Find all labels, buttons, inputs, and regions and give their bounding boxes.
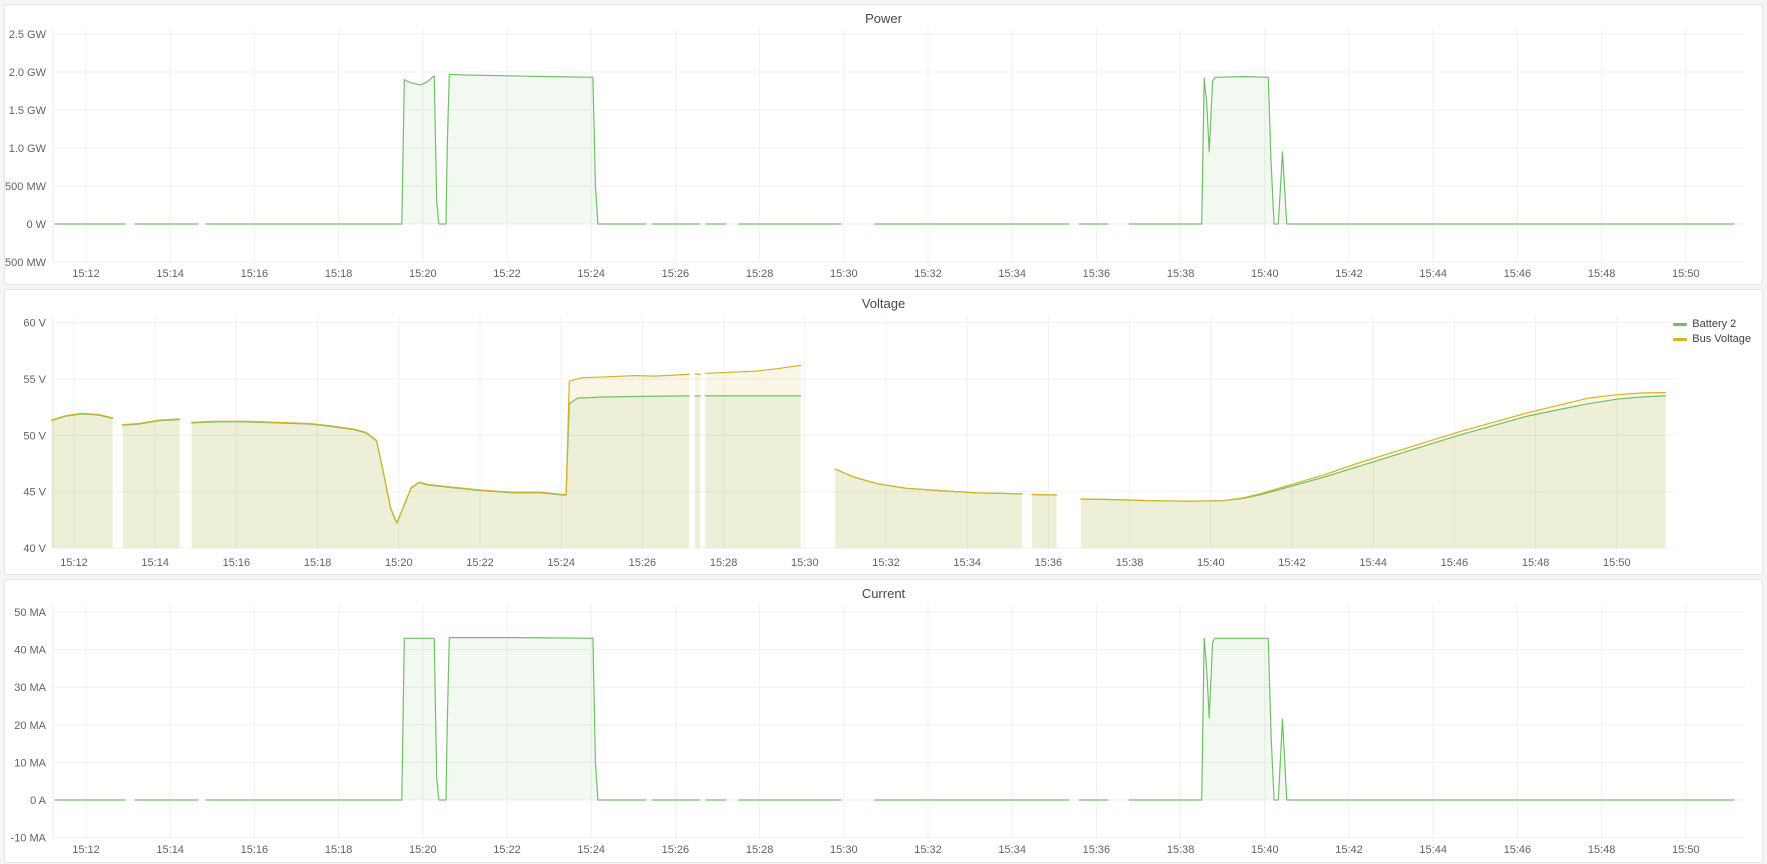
svg-text:0 W: 0 W (26, 219, 46, 231)
svg-text:15:40: 15:40 (1251, 844, 1279, 856)
svg-text:15:46: 15:46 (1504, 844, 1532, 856)
svg-text:15:40: 15:40 (1251, 268, 1279, 280)
svg-text:55 V: 55 V (23, 374, 46, 386)
svg-text:15:40: 15:40 (1197, 557, 1225, 569)
current-panel: 15:12 15:14 15:16 15:18 15:20 15:22 15:24 15:26… (4, 579, 1763, 863)
svg-text:2.0 GW: 2.0 GW (9, 67, 47, 79)
svg-text:15:38: 15:38 (1167, 844, 1195, 856)
svg-text:15:32: 15:32 (914, 844, 942, 856)
legend-swatch-bus-voltage (1673, 338, 1687, 341)
svg-text:15:16: 15:16 (241, 268, 269, 280)
svg-text:30 MA: 30 MA (14, 682, 46, 694)
svg-text:15:50: 15:50 (1672, 844, 1700, 856)
svg-text:15:22: 15:22 (493, 268, 521, 280)
svg-text:15:36: 15:36 (1035, 557, 1063, 569)
svg-text:15:48: 15:48 (1588, 844, 1616, 856)
svg-text:15:42: 15:42 (1278, 557, 1306, 569)
svg-text:15:20: 15:20 (409, 268, 437, 280)
svg-text:15:22: 15:22 (493, 844, 521, 856)
svg-text:15:14: 15:14 (156, 268, 184, 280)
svg-text:40 MA: 40 MA (14, 645, 46, 657)
svg-text:15:46: 15:46 (1504, 268, 1532, 280)
svg-text:15:26: 15:26 (662, 268, 690, 280)
svg-text:0 A: 0 A (30, 795, 47, 807)
legend-label-bus-voltage: Bus Voltage (1692, 333, 1751, 345)
legend-swatch-battery-2 (1673, 323, 1687, 326)
svg-text:15:34: 15:34 (998, 268, 1026, 280)
svg-text:1.5 GW: 1.5 GW (9, 105, 47, 117)
svg-text:15:20: 15:20 (385, 557, 413, 569)
svg-text:15:32: 15:32 (872, 557, 900, 569)
svg-text:15:30: 15:30 (830, 268, 858, 280)
svg-text:15:26: 15:26 (662, 844, 690, 856)
svg-text:40 V: 40 V (23, 543, 46, 555)
voltage-chart[interactable]: 15:12 15:14 15:16 15:18 15:20 15:22 15:24 15:26… (5, 290, 1764, 576)
svg-text:15:44: 15:44 (1419, 268, 1447, 280)
svg-text:15:50: 15:50 (1672, 268, 1700, 280)
svg-text:15:48: 15:48 (1588, 268, 1616, 280)
panel-title-voltage[interactable]: Voltage (5, 296, 1762, 311)
svg-text:60 V: 60 V (23, 318, 46, 330)
svg-text:15:12: 15:12 (60, 557, 88, 569)
voltage-panel: 15:12 15:14 15:16 15:18 15:20 15:22 15:24 15:26… (4, 289, 1763, 575)
svg-text:15:36: 15:36 (1083, 268, 1111, 280)
svg-text:15:28: 15:28 (710, 557, 738, 569)
svg-text:15:12: 15:12 (72, 268, 100, 280)
svg-text:15:50: 15:50 (1603, 557, 1631, 569)
svg-text:15:18: 15:18 (325, 268, 353, 280)
svg-text:10 MA: 10 MA (14, 757, 46, 769)
svg-text:15:34: 15:34 (953, 557, 981, 569)
svg-text:15:30: 15:30 (791, 557, 819, 569)
current-chart[interactable]: 15:12 15:14 15:16 15:18 15:20 15:22 15:24 15:26… (5, 580, 1764, 864)
svg-text:15:44: 15:44 (1419, 844, 1447, 856)
svg-text:15:38: 15:38 (1116, 557, 1144, 569)
svg-text:50 V: 50 V (23, 430, 46, 442)
svg-text:15:42: 15:42 (1335, 268, 1363, 280)
power-panel: 15:12 15:14 15:16 15:18 15:20 15:22 15:24 15:26… (4, 4, 1763, 285)
svg-text:15:24: 15:24 (577, 844, 605, 856)
voltage-legend: Battery 2 Bus Voltage (1671, 317, 1753, 346)
svg-text:15:16: 15:16 (223, 557, 251, 569)
legend-item-bus-voltage[interactable]: Bus Voltage (1673, 333, 1751, 345)
svg-text:15:32: 15:32 (914, 268, 942, 280)
svg-text:15:28: 15:28 (746, 844, 774, 856)
svg-text:15:16: 15:16 (241, 844, 269, 856)
svg-text:15:36: 15:36 (1083, 844, 1111, 856)
svg-text:15:22: 15:22 (466, 557, 494, 569)
power-chart[interactable]: 15:12 15:14 15:16 15:18 15:20 15:22 15:24 15:26… (5, 5, 1764, 286)
legend-label-battery-2: Battery 2 (1692, 318, 1736, 330)
svg-text:15:30: 15:30 (830, 844, 858, 856)
svg-text:15:28: 15:28 (746, 268, 774, 280)
svg-text:15:14: 15:14 (156, 844, 184, 856)
svg-text:15:12: 15:12 (72, 844, 100, 856)
svg-text:1.0 GW: 1.0 GW (9, 143, 47, 155)
svg-text:15:44: 15:44 (1359, 557, 1387, 569)
svg-text:500 MW: 500 MW (5, 181, 47, 193)
svg-text:15:24: 15:24 (577, 268, 605, 280)
panel-title-power[interactable]: Power (5, 11, 1762, 26)
svg-text:15:24: 15:24 (547, 557, 575, 569)
svg-text:45 V: 45 V (23, 487, 46, 499)
svg-text:-500 MW: -500 MW (5, 257, 47, 269)
svg-text:15:18: 15:18 (304, 557, 332, 569)
svg-text:15:38: 15:38 (1167, 268, 1195, 280)
svg-text:20 MA: 20 MA (14, 720, 46, 732)
svg-text:15:48: 15:48 (1522, 557, 1550, 569)
svg-text:50 MA: 50 MA (14, 607, 46, 619)
svg-text:2.5 GW: 2.5 GW (9, 29, 47, 41)
svg-text:15:46: 15:46 (1441, 557, 1469, 569)
svg-text:15:18: 15:18 (325, 844, 353, 856)
svg-text:15:34: 15:34 (998, 844, 1026, 856)
svg-text:15:14: 15:14 (141, 557, 169, 569)
svg-text:15:42: 15:42 (1335, 844, 1363, 856)
svg-text:15:26: 15:26 (629, 557, 657, 569)
svg-text:15:20: 15:20 (409, 844, 437, 856)
panel-title-current[interactable]: Current (5, 586, 1762, 601)
legend-item-battery-2[interactable]: Battery 2 (1673, 318, 1751, 330)
svg-text:-10 MA: -10 MA (11, 833, 47, 845)
